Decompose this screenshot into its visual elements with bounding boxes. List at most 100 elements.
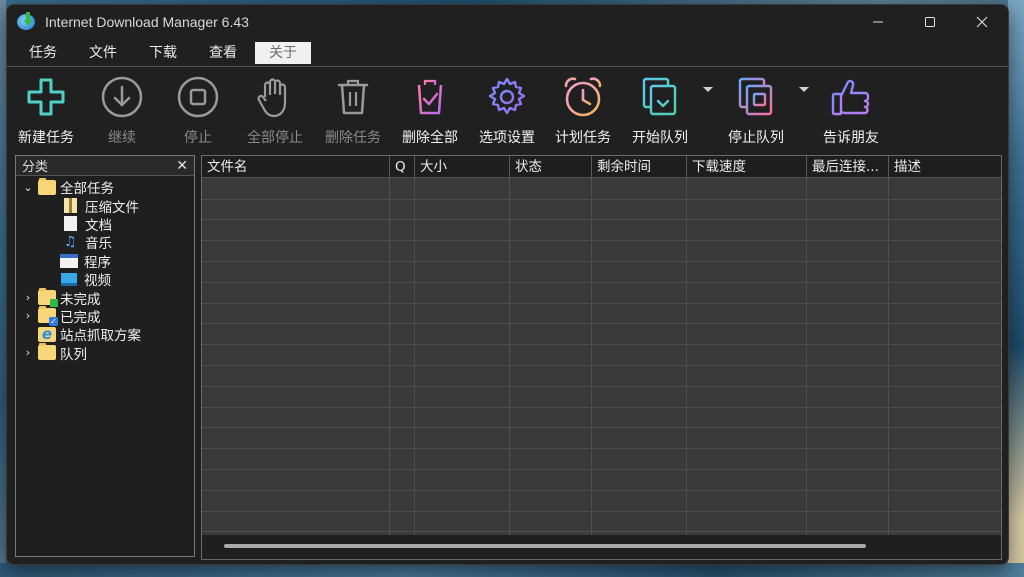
column-queue[interactable]: Q [390, 156, 415, 178]
grid-row-divider [202, 364, 1001, 366]
tree-item-grabber-label: 站点抓取方案 [60, 328, 141, 345]
column-status[interactable]: 状态 [510, 156, 592, 178]
menu-download[interactable]: 下载 [135, 42, 191, 64]
grid-column-divider [509, 178, 510, 535]
close-button[interactable] [956, 5, 1008, 39]
grid-column-divider [591, 178, 592, 535]
scrollbar-thumb[interactable] [224, 544, 866, 548]
start-queue-button[interactable]: 开始队列 [621, 71, 699, 151]
grid-row-divider [202, 385, 1001, 387]
tree-item-finished[interactable]: › ✓ 已完成 [16, 306, 194, 327]
tell-friend-button[interactable]: 告诉朋友 [813, 71, 889, 151]
tree-item-programs-label: 程序 [84, 254, 111, 271]
maximize-button[interactable] [904, 5, 956, 39]
resume-button[interactable]: 继续 [83, 71, 161, 151]
gear-icon [488, 77, 526, 115]
download-list: 文件名 Q 大小 状态 剩余时间 下载速度 最后连接... 描述 [201, 155, 1002, 560]
chevron-right-icon[interactable]: › [22, 346, 34, 359]
options-button[interactable]: 选项设置 [469, 71, 545, 151]
start-queue-dropdown[interactable] [699, 49, 717, 129]
new-task-button[interactable]: 新建任务 [9, 71, 83, 151]
minimize-button[interactable] [852, 5, 904, 39]
tree-item-unfinished-label: 未完成 [60, 291, 101, 308]
stop-queue-button[interactable]: 停止队列 [717, 71, 795, 151]
tree-item-programs[interactable]: 程序 [16, 252, 194, 271]
delete-task-button[interactable]: 删除任务 [315, 71, 391, 151]
resume-icon [101, 76, 143, 118]
folder-queues-icon [38, 343, 56, 361]
hand-icon [257, 78, 287, 118]
maximize-icon [925, 17, 935, 27]
folder-unfinished-icon [38, 288, 58, 308]
column-last-try[interactable]: 最后连接... [807, 156, 889, 178]
options-label: 选项设置 [479, 130, 535, 146]
tree-item-unfinished[interactable]: › 未完成 [16, 288, 194, 308]
resume-label: 继续 [108, 130, 136, 146]
grid-row-divider [202, 468, 1001, 470]
tree-item-video[interactable]: 视频 [16, 270, 194, 290]
column-speed[interactable]: 下载速度 [687, 156, 807, 178]
desktop-wallpaper-right [1008, 0, 1024, 577]
tree-item-queues[interactable]: › 队列 [16, 343, 194, 363]
main-content: 分类 ✕ ⌄ 全部任务 压缩文件 文档 ♫ 音乐 程序 视频 › 未完成 › ✓… [15, 155, 1002, 560]
tree-item-documents[interactable]: 文档 [16, 215, 194, 234]
idm-logo-icon [17, 12, 37, 32]
folder-finished-icon: ✓ [38, 306, 58, 327]
grid-row-divider [202, 281, 1001, 283]
grid-row-divider [202, 198, 1001, 200]
stop-queue-dropdown[interactable] [795, 49, 813, 129]
menu-task[interactable]: 任务 [15, 42, 71, 64]
chevron-right-icon[interactable]: › [22, 309, 34, 322]
tree-item-compressed-label: 压缩文件 [85, 199, 139, 216]
column-time-left[interactable]: 剩余时间 [592, 156, 687, 178]
download-list-body[interactable] [202, 178, 1001, 535]
delete-all-icon [414, 79, 446, 115]
tree-item-grabber[interactable]: e 站点抓取方案 [16, 325, 194, 345]
tree-item-compressed[interactable]: 压缩文件 [16, 196, 194, 216]
horizontal-scrollbar[interactable] [202, 535, 1001, 559]
category-header-title: 分类 [22, 160, 49, 175]
stop-all-label: 全部停止 [247, 130, 303, 146]
stop-button[interactable]: 停止 [161, 71, 235, 151]
tree-item-all[interactable]: ⌄ 全部任务 [16, 177, 194, 198]
delete-all-button[interactable]: 删除全部 [391, 71, 469, 151]
close-icon [976, 16, 988, 28]
grid-row-divider [202, 344, 1001, 346]
grid-row-divider [202, 240, 1001, 242]
stop-queue-icon [738, 77, 773, 116]
delete-task-label: 删除任务 [325, 130, 381, 146]
tree-item-finished-label: 已完成 [60, 309, 101, 326]
download-list-header: 文件名 Q 大小 状态 剩余时间 下载速度 最后连接... 描述 [202, 156, 1001, 178]
column-size[interactable]: 大小 [415, 156, 510, 178]
trash-icon [337, 79, 369, 115]
scheduler-button[interactable]: 计划任务 [545, 71, 621, 151]
category-close-button[interactable]: ✕ [176, 158, 188, 174]
chevron-right-icon[interactable]: › [22, 291, 34, 304]
menu-file[interactable]: 文件 [75, 42, 131, 64]
grid-column-divider [806, 178, 807, 535]
grid-row-divider [202, 260, 1001, 262]
column-description[interactable]: 描述 [889, 156, 1001, 178]
menu-about[interactable]: 关于 [255, 41, 311, 64]
tell-friend-label: 告诉朋友 [823, 130, 879, 146]
tree-item-music-label: 音乐 [85, 236, 112, 253]
menu-view[interactable]: 查看 [195, 42, 251, 64]
new-task-label: 新建任务 [18, 130, 74, 146]
start-queue-icon [642, 77, 677, 116]
grid-row-divider [202, 406, 1001, 408]
column-filename[interactable]: 文件名 [202, 156, 390, 178]
music-note-icon: ♫ [64, 233, 77, 250]
tree-item-music[interactable]: ♫ 音乐 [16, 233, 194, 253]
chevron-down-icon[interactable]: ⌄ [22, 181, 34, 194]
title-bar[interactable]: Internet Download Manager 6.43 [7, 5, 1008, 39]
site-grabber-icon: e [38, 325, 56, 343]
chevron-down-icon [799, 86, 809, 92]
tree-item-queues-label: 队列 [60, 346, 87, 363]
toolbar: 新建任务 继续 停止 全部停止 删除任务 删除全部 选项设置 计划任务 开始队列… [7, 67, 1008, 151]
tree-item-video-label: 视频 [84, 273, 111, 290]
grid-row-divider [202, 302, 1001, 304]
program-window-icon [60, 253, 78, 268]
tree-item-all-label: 全部任务 [60, 181, 114, 198]
stop-all-button[interactable]: 全部停止 [235, 71, 315, 151]
grid-row-divider [202, 510, 1001, 512]
